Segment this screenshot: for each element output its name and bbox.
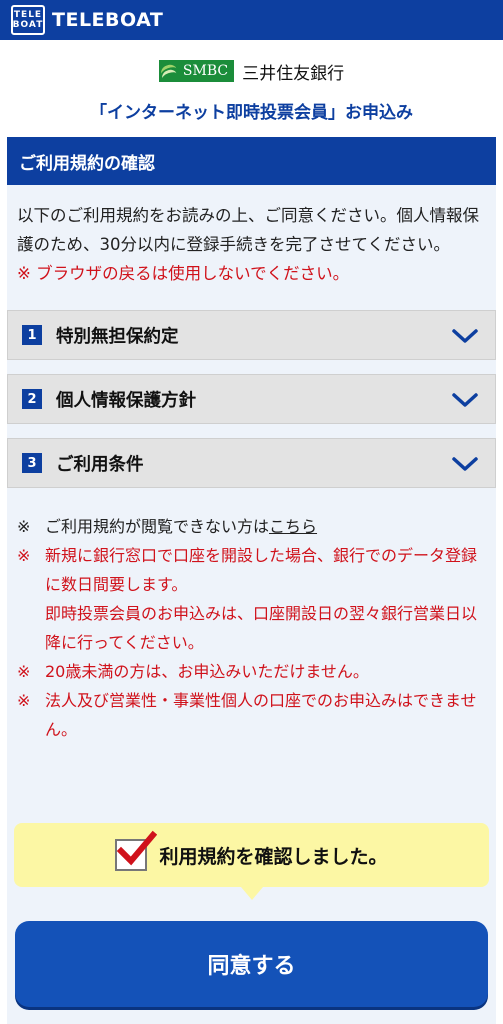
section-header: ご利用規約の確認 [7, 137, 496, 185]
accordion-title: 特別無担保約定 [56, 326, 179, 347]
bank-name: 三井住友銀行 [242, 63, 345, 84]
note-item: ※ 新規に銀行窓口で口座を開設した場合、銀行でのデータ登録に数日間要します。 即… [17, 541, 486, 657]
confirm-checkbox-label: 利用規約を確認しました。 [159, 845, 388, 868]
note-item: ※ ご利用規約が閲覧できない方はこちら [17, 512, 486, 541]
accordion-number-badge: 2 [22, 389, 42, 409]
accordion-title: ご利用条件 [56, 454, 144, 475]
terms-alternate-link[interactable]: こちら [269, 517, 317, 536]
brand-name: TELEBOAT [52, 9, 164, 31]
notes-list: ※ ご利用規約が閲覧できない方はこちら ※ 新規に銀行窓口で口座を開設した場合、… [7, 502, 496, 744]
chevron-down-icon [452, 329, 478, 343]
note-text: 新規に銀行窓口で口座を開設した場合、銀行でのデータ登録に数日間要します。 即時投… [45, 541, 486, 657]
confirm-checkbox[interactable] [115, 830, 158, 871]
smbc-leaf-icon [158, 60, 179, 82]
terms-panel: ご利用規約の確認 以下のご利用規約をお読みの上、ご同意ください。個人情報保護のた… [7, 137, 496, 1024]
checkmark-icon [117, 830, 158, 866]
smbc-logo-text: SMBC [178, 60, 235, 82]
accordion-number-badge: 3 [22, 453, 42, 473]
note-text-main: 新規に銀行窓口で口座を開設した場合、銀行でのデータ登録に数日間要します。 [45, 546, 478, 594]
accordion-item-privacy-policy[interactable]: 2 個人情報保護方針 [7, 374, 496, 424]
back-button-warning: ※ ブラウザの戻るは使用しないでください。 [17, 264, 350, 283]
logo-line2: BOAT [12, 20, 44, 30]
intro-text: 以下のご利用規約をお読みの上、ご同意ください。個人情報保護のため、30分以内に登… [17, 206, 479, 254]
note-text: 20歳未満の方は、お申込みいただけません。 [45, 662, 369, 681]
teleboat-logo-icon: TELE BOAT [11, 5, 45, 35]
terms-accordion: 1 特別無担保約定 2 個人情報保護方針 3 ご利用条件 [7, 310, 496, 488]
note-text-sub: 即時投票会員のお申込みは、口座開設日の翌々銀行営業日以降に行ってください。 [45, 604, 478, 652]
bank-logo-row: SMBC 三井住友銀行 [0, 51, 503, 91]
note-mark: ※ [17, 662, 31, 681]
note-mark: ※ [17, 517, 31, 536]
note-text: ご利用規約が閲覧できない方はこちら [45, 512, 317, 541]
note-mark: ※ [17, 691, 31, 710]
agree-button[interactable]: 同意する [15, 921, 488, 1007]
note-text-prefix: ご利用規約が閲覧できない方は [45, 517, 270, 536]
intro-text-block: 以下のご利用規約をお読みの上、ご同意ください。個人情報保護のため、30分以内に登… [7, 185, 496, 288]
note-mark: ※ [17, 546, 31, 565]
accordion-number-badge: 1 [22, 325, 42, 345]
logo-line1: TELE [13, 10, 43, 20]
chevron-down-icon [452, 393, 478, 407]
terms-confirm-checkbox-row[interactable]: 利用規約を確認しました。 [14, 823, 489, 900]
page-title: 「インターネット即時投票会員」お申込み [90, 103, 413, 123]
chevron-down-icon [452, 457, 478, 471]
accordion-title: 個人情報保護方針 [56, 390, 196, 411]
accordion-item-terms-of-use[interactable]: 3 ご利用条件 [7, 438, 496, 488]
top-bar: TELE BOAT TELEBOAT [0, 0, 503, 40]
note-item: ※ 20歳未満の方は、お申込みいただけません。 [17, 657, 486, 686]
accordion-item-special-agreement[interactable]: 1 特別無担保約定 [7, 310, 496, 360]
note-text: 法人及び営業性・事業性個人の口座でのお申込みはできません。 [45, 691, 477, 739]
note-item: ※ 法人及び営業性・事業性個人の口座でのお申込みはできません。 [17, 686, 486, 744]
